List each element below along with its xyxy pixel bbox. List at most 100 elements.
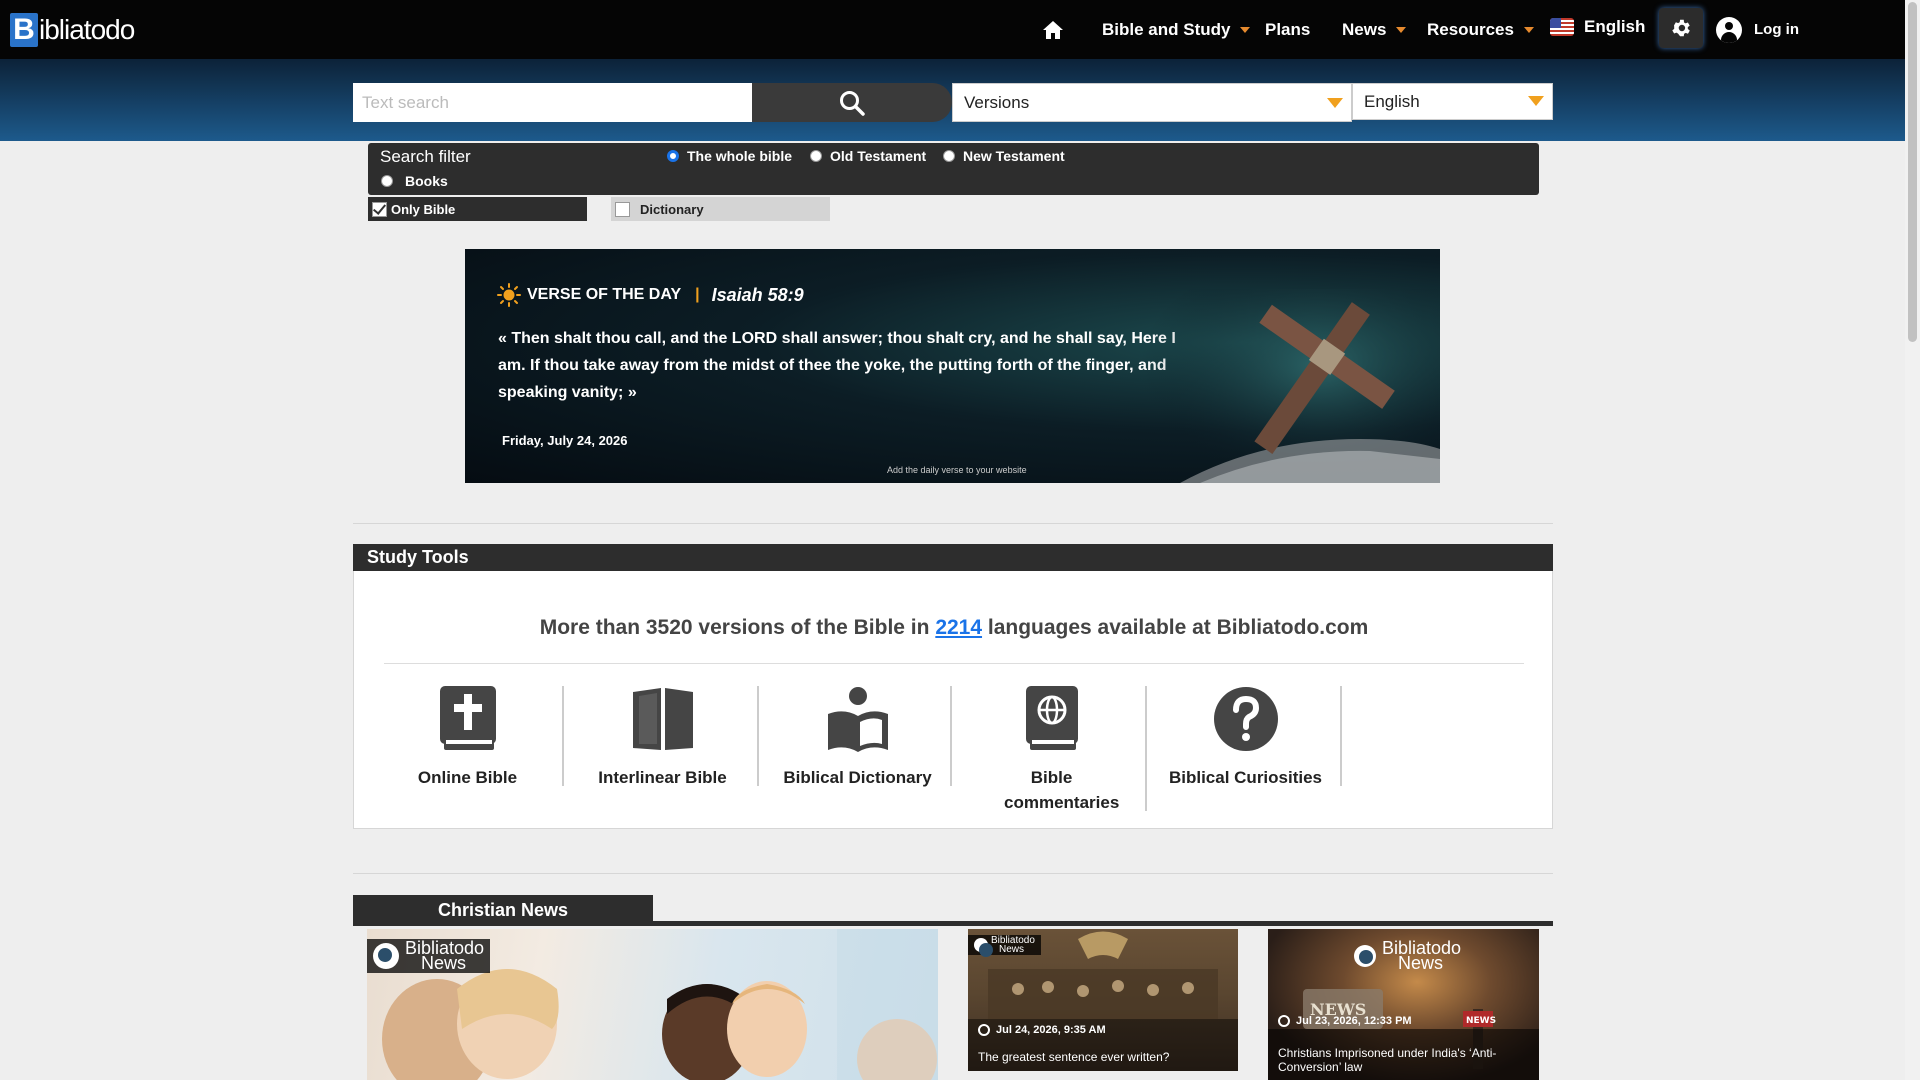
nav-news[interactable]: News: [1342, 0, 1407, 59]
news-brand-line2: News: [1398, 953, 1444, 973]
scrollbar-thumb[interactable]: [1908, 2, 1917, 342]
filter-old-testament[interactable]: Old Testament: [810, 148, 926, 164]
globe-book-icon: [1025, 686, 1078, 750]
globe-icon: [373, 943, 399, 969]
tool-bible-commentaries[interactable]: Bible commentaries: [954, 686, 1149, 815]
login-button[interactable]: Log in: [1716, 0, 1799, 59]
sun-icon: [497, 283, 521, 307]
filter-books-label: Books: [405, 173, 448, 189]
divider: [353, 873, 1553, 874]
search-band: Versions English: [0, 59, 1905, 141]
tool-label: Bible commentaries: [1004, 768, 1120, 812]
study-tools-title: Study Tools: [353, 544, 1553, 571]
dictionary-toggle[interactable]: Dictionary: [611, 197, 830, 221]
open-book-icon: [632, 688, 693, 750]
news-card-featured[interactable]: Bibliatodo News: [367, 929, 938, 1080]
versions-select-value: Versions: [964, 93, 1030, 112]
languages-count-link[interactable]: 2214: [935, 616, 982, 639]
filter-new-testament[interactable]: New Testament: [943, 148, 1065, 164]
search-filter-title: Search filter: [380, 147, 471, 166]
tool-interlinear-bible[interactable]: Interlinear Bible: [565, 686, 760, 790]
news-headline[interactable]: Christians Imprisoned under India's ‘Ant…: [1278, 1046, 1533, 1074]
clock-icon: [978, 1024, 990, 1036]
news-brand-logo: Bibliatodo News: [367, 939, 491, 973]
radio-books[interactable]: [381, 175, 393, 187]
only-bible-checkbox[interactable]: [372, 201, 387, 217]
nav-resources[interactable]: Resources: [1427, 0, 1534, 59]
filter-whole-bible-label: The whole bible: [687, 148, 793, 164]
chevron-down-icon: [1523, 26, 1534, 33]
nav-news-label: News: [1342, 19, 1387, 39]
clock-icon: [1278, 1015, 1290, 1027]
votd-add-link[interactable]: Add the daily verse to your website: [887, 465, 1027, 475]
news-date-text: Jul 24, 2026, 9:35 AM: [996, 1024, 1106, 1036]
filter-books[interactable]: Books: [381, 173, 448, 189]
tool-label: Biblical Curiosities: [1168, 768, 1323, 787]
radio-old-testament[interactable]: [810, 150, 822, 162]
language-select-value: English: [1364, 92, 1420, 111]
globe-icon: [974, 938, 993, 957]
chevron-down-icon: [1327, 98, 1343, 108]
search-filter-panel: Search filter The whole bible Old Testam…: [368, 143, 1539, 195]
headline-suffix: languages available at Bibliatodo.com: [982, 616, 1369, 639]
nav-plans[interactable]: Plans: [1265, 0, 1310, 59]
chevron-down-icon: [1240, 26, 1251, 33]
votd-header: VERSE OF THE DAY | Isaiah 58:9: [497, 283, 804, 307]
study-tools-panel: More than 3520 versions of the Bible in …: [353, 571, 1553, 829]
verse-of-the-day-banner: VERSE OF THE DAY | Isaiah 58:9 « Then sh…: [465, 249, 1440, 483]
filter-whole-bible[interactable]: The whole bible: [667, 148, 792, 164]
question-circle-icon: [1213, 687, 1278, 751]
tool-biblical-dictionary[interactable]: Biblical Dictionary: [760, 686, 955, 790]
news-card-2[interactable]: Bibliatodo News Jul 24, 2026, 9:35 AM Th…: [968, 929, 1238, 1071]
user-icon: [1716, 16, 1742, 43]
dictionary-checkbox[interactable]: [615, 201, 630, 217]
votd-reference[interactable]: Isaiah 58:9: [712, 285, 804, 306]
news-underline: [353, 921, 1553, 926]
language-label: English: [1584, 16, 1646, 36]
tool-online-bible[interactable]: Online Bible: [370, 686, 565, 790]
news-headline[interactable]: The greatest sentence ever written?: [978, 1050, 1169, 1064]
globe-icon: [1354, 945, 1376, 967]
nav-bible-study-label: Bible and Study: [1102, 19, 1231, 39]
news-date: Jul 23, 2026, 12:33 PM: [1278, 1015, 1412, 1027]
divider: [1145, 686, 1147, 811]
cross-on-bible-image: [1140, 289, 1440, 483]
home-icon[interactable]: [1042, 20, 1064, 40]
search-input[interactable]: [353, 83, 752, 122]
votd-label: VERSE OF THE DAY: [527, 286, 682, 303]
news-brand-line2: News: [421, 953, 467, 973]
only-bible-toggle[interactable]: Only Bible: [368, 197, 587, 221]
divider: [562, 686, 564, 786]
top-navbar: B ibliatodo Bible and Study Plans News R…: [0, 0, 1905, 59]
page-scrollbar[interactable]: [1905, 0, 1920, 1080]
search-button[interactable]: [752, 83, 952, 122]
news-brand-text: Bibliatodo News: [991, 936, 1035, 955]
news-card-3[interactable]: NEWS NEWS Bibliatodo News Jul 23, 2026, …: [1268, 929, 1539, 1080]
language-select[interactable]: English: [1352, 83, 1553, 120]
news-brand-logo: Bibliatodo News: [968, 935, 1041, 957]
nav-bible-study[interactable]: Bible and Study: [1102, 0, 1251, 59]
votd-text: « Then shalt thou call, and the LORD sha…: [498, 330, 1176, 401]
headline-prefix: More than 3520 versions of the Bible in: [539, 616, 936, 639]
nav-resources-label: Resources: [1427, 19, 1514, 39]
reader-icon: [827, 687, 888, 752]
site-logo[interactable]: B ibliatodo: [10, 10, 135, 50]
divider: [950, 686, 952, 786]
news-date: Jul 24, 2026, 9:35 AM: [978, 1024, 1106, 1036]
versions-select[interactable]: Versions: [952, 83, 1352, 122]
settings-button[interactable]: [1659, 8, 1703, 48]
radio-new-testament[interactable]: [943, 150, 955, 162]
tool-biblical-curiosities[interactable]: Biblical Curiosities: [1148, 686, 1343, 790]
tool-label: Biblical Dictionary: [783, 768, 932, 787]
language-switcher[interactable]: English: [1550, 0, 1645, 56]
news-brand-text: Bibliatodo News: [1382, 939, 1461, 973]
news-date-text: Jul 23, 2026, 12:33 PM: [1296, 1015, 1412, 1027]
radio-whole-bible[interactable]: [667, 150, 679, 162]
votd-date: Friday, July 24, 2026: [502, 433, 628, 448]
filter-new-testament-label: New Testament: [963, 148, 1065, 164]
logo-letter: B: [10, 13, 38, 47]
dictionary-label: Dictionary: [640, 201, 704, 217]
svg-text:NEWS: NEWS: [1466, 1016, 1496, 1026]
divider: [353, 523, 1553, 524]
divider: [757, 686, 759, 786]
